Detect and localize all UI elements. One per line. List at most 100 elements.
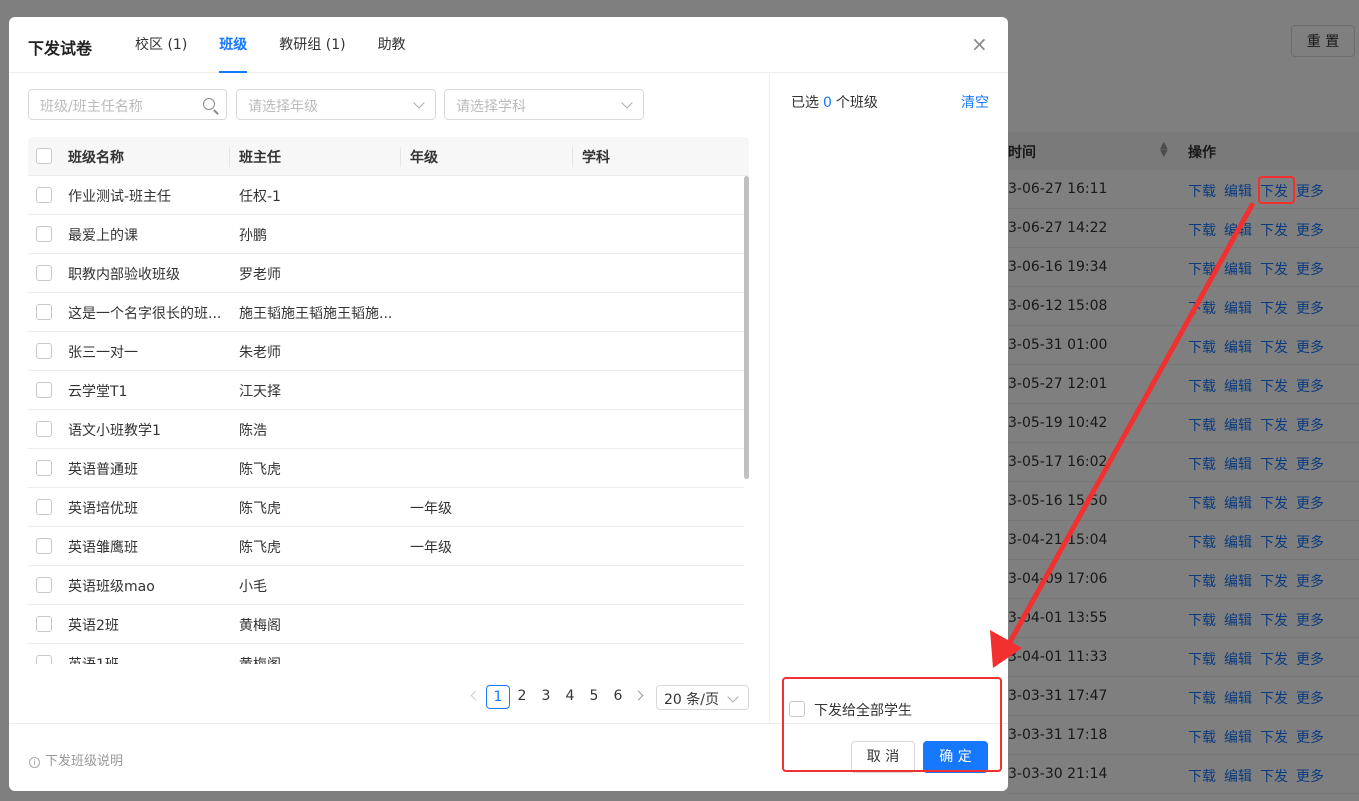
- next-page-icon[interactable]: [633, 690, 644, 701]
- close-icon[interactable]: ×: [971, 33, 988, 55]
- row-checkbox[interactable]: [36, 226, 52, 242]
- cell-grade: 一年级: [410, 501, 452, 517]
- selected-prefix: 已选: [791, 95, 819, 111]
- table-row[interactable]: 作业测试-班主任 任权-1: [28, 176, 744, 215]
- cell-teacher: 陈飞虎: [239, 462, 281, 478]
- table-header: 班级名称 班主任 年级 学科: [28, 137, 749, 176]
- table-row[interactable]: 职教内部验收班级 罗老师: [28, 254, 744, 293]
- dialog-title: 下发试卷: [28, 39, 93, 58]
- table-row[interactable]: 语文小班教学1 陈浩: [28, 410, 744, 449]
- cell-class-name: 职教内部验收班级: [68, 267, 180, 283]
- page-number[interactable]: 3: [534, 685, 558, 709]
- search-input[interactable]: 班级/班主任名称: [28, 89, 227, 120]
- grade-select[interactable]: 请选择年级: [236, 89, 436, 120]
- cell-class-name: 语文小班教学1: [68, 423, 161, 439]
- dialog-tabs: 校区 (1) 班级 教研组 (1) 助教: [135, 17, 438, 73]
- table-row[interactable]: 最爱上的课 孙鹏: [28, 215, 744, 254]
- page-size-select[interactable]: 20 条/页: [656, 685, 749, 710]
- row-checkbox[interactable]: [36, 304, 52, 320]
- subject-select[interactable]: 请选择学科: [444, 89, 644, 120]
- page-number[interactable]: 4: [558, 685, 582, 709]
- cell-teacher: 陈飞虎: [239, 540, 281, 556]
- row-checkbox[interactable]: [36, 616, 52, 632]
- selected-pane: 已选 0 个班级 清空: [769, 73, 1008, 723]
- row-checkbox[interactable]: [36, 460, 52, 476]
- cell-class-name: 这是一个名字很长的班...: [68, 306, 222, 322]
- cell-class-name: 云学堂T1: [68, 384, 128, 400]
- table-row[interactable]: 英语2班 黄梅阁: [28, 605, 744, 644]
- table-row[interactable]: 英语雏鹰班 陈飞虎 一年级: [28, 527, 744, 566]
- page-number[interactable]: 5: [582, 685, 606, 709]
- row-checkbox[interactable]: [36, 655, 52, 664]
- table-row[interactable]: 云学堂T1 江天择: [28, 371, 744, 410]
- cell-class-name: 英语培优班: [68, 501, 138, 517]
- cell-teacher: 陈浩: [239, 423, 267, 439]
- chevron-down-icon: [413, 97, 425, 109]
- annotation-highlight-distribute: [1258, 176, 1295, 204]
- footer-note[interactable]: i 下发班级说明: [29, 750, 123, 769]
- cell-class-name: 英语1班: [68, 654, 119, 664]
- cell-class-name: 作业测试-班主任: [68, 189, 172, 205]
- cell-teacher: 任权-1: [239, 189, 281, 205]
- subject-placeholder: 请选择学科: [456, 99, 526, 115]
- distribute-paper-dialog: 下发试卷 校区 (1) 班级 教研组 (1) 助教 × 班级/班主任名称 请选择…: [9, 17, 1008, 791]
- table-row[interactable]: 这是一个名字很长的班... 施王韬施王韬施王韬施...: [28, 293, 744, 332]
- row-checkbox[interactable]: [36, 499, 52, 515]
- row-checkbox[interactable]: [36, 577, 52, 593]
- cell-class-name: 张三一对一: [68, 345, 138, 361]
- header-grade: 年级: [410, 150, 438, 166]
- cell-teacher: 施王韬施王韬施王韬施...: [239, 306, 393, 322]
- search-placeholder: 班级/班主任名称: [40, 99, 143, 115]
- page-number[interactable]: 2: [510, 685, 534, 709]
- selected-count: 已选 0 个班级: [791, 92, 878, 112]
- cell-class-name: 英语雏鹰班: [68, 540, 138, 556]
- prev-page-icon[interactable]: [470, 690, 481, 701]
- cell-teacher: 孙鹏: [239, 228, 267, 244]
- grade-placeholder: 请选择年级: [248, 99, 318, 115]
- class-list-pane: 班级/班主任名称 请选择年级 请选择学科 班级名称 班主任 年级 学科 作业测试…: [9, 73, 769, 723]
- row-checkbox[interactable]: [36, 538, 52, 554]
- table-row[interactable]: 英语普通班 陈飞虎: [28, 449, 744, 488]
- column-divider: [572, 147, 573, 167]
- column-divider: [400, 147, 401, 167]
- row-checkbox[interactable]: [36, 382, 52, 398]
- page-number[interactable]: 6: [606, 685, 630, 709]
- row-checkbox[interactable]: [36, 343, 52, 359]
- select-all-checkbox[interactable]: [36, 148, 52, 164]
- header-class-name: 班级名称: [68, 150, 124, 166]
- column-divider: [229, 147, 230, 167]
- tab-research-group[interactable]: 教研组 (1): [279, 17, 345, 73]
- page-size-value: 20 条/页: [664, 692, 719, 708]
- annotation-highlight-footer: [782, 677, 1002, 772]
- cell-teacher: 罗老师: [239, 267, 281, 283]
- cell-grade: 一年级: [410, 540, 452, 556]
- row-checkbox[interactable]: [36, 187, 52, 203]
- header-subject: 学科: [582, 150, 610, 166]
- cell-teacher: 陈飞虎: [239, 501, 281, 517]
- clear-link[interactable]: 清空: [961, 92, 989, 112]
- tab-assistant[interactable]: 助教: [378, 17, 406, 73]
- row-checkbox[interactable]: [36, 265, 52, 281]
- tab-campus[interactable]: 校区 (1): [135, 17, 187, 73]
- chevron-down-icon: [727, 691, 739, 703]
- cell-teacher: 黄梅阁: [239, 654, 281, 664]
- table-row[interactable]: 英语1班 黄梅阁: [28, 644, 744, 664]
- cell-teacher: 小毛: [239, 579, 267, 595]
- class-table-body: 作业测试-班主任 任权-1 最爱上的课 孙鹏职教内部验收班级 罗老师这是一个名字很长的班…: [28, 176, 749, 664]
- row-checkbox[interactable]: [36, 421, 52, 437]
- cell-teacher: 黄梅阁: [239, 618, 281, 634]
- cell-class-name: 英语2班: [68, 618, 119, 634]
- table-row[interactable]: 英语班级mao 小毛: [28, 566, 744, 605]
- page-number[interactable]: 1: [486, 685, 510, 709]
- footer-note-text: 下发班级说明: [45, 754, 124, 769]
- table-row[interactable]: 张三一对一 朱老师: [28, 332, 744, 371]
- chevron-down-icon: [621, 97, 633, 109]
- info-icon: i: [29, 757, 40, 768]
- cell-teacher: 江天择: [239, 384, 281, 400]
- table-row[interactable]: 英语培优班 陈飞虎 一年级: [28, 488, 744, 527]
- cell-teacher: 朱老师: [239, 345, 281, 361]
- table-scrollbar[interactable]: [744, 176, 749, 479]
- tab-class[interactable]: 班级: [219, 17, 248, 73]
- selected-suffix: 个班级: [835, 95, 878, 111]
- cell-class-name: 最爱上的课: [68, 228, 138, 244]
